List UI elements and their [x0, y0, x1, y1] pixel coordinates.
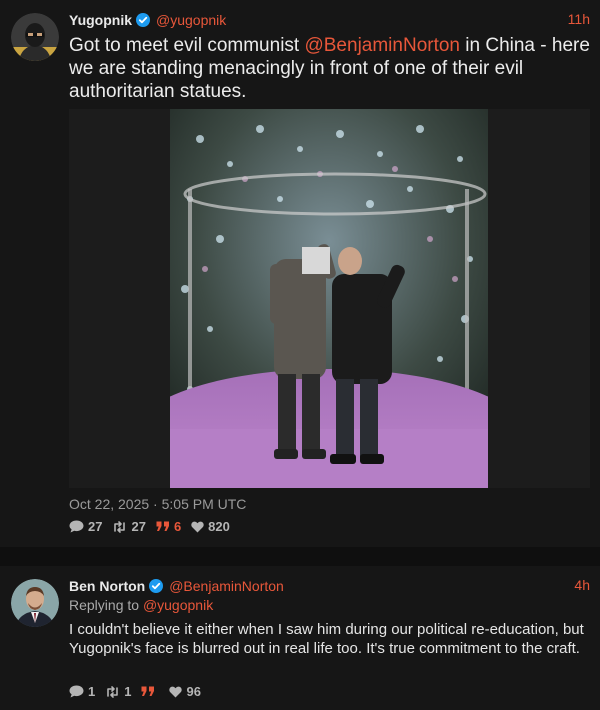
timeline-divider: [0, 547, 600, 566]
tweet-photo: [170, 109, 488, 488]
avatar-image: [11, 13, 59, 61]
reply-count-value: 1: [88, 684, 96, 699]
like-count-value: 820: [208, 519, 230, 534]
quote-count[interactable]: [141, 686, 159, 697]
heart-icon: [169, 686, 183, 697]
retweet-arrows-icon: [114, 520, 126, 533]
mention-link[interactable]: @BenjaminNorton: [304, 35, 460, 56]
retweet-count-value: 1: [124, 684, 132, 699]
replying-prefix: Replying to: [69, 597, 143, 613]
author-handle[interactable]: @yugopnik: [156, 12, 226, 28]
tweet-stats: 27 27 6 820: [69, 519, 240, 534]
retweet-count[interactable]: 27: [112, 519, 146, 534]
reply-tweet[interactable]: Ben Norton @BenjaminNorton 4h Replying t…: [0, 566, 600, 710]
tweet-time[interactable]: 11h: [568, 11, 590, 27]
replying-to-link[interactable]: @yugopnik: [143, 597, 213, 613]
speech-bubble-icon: [69, 520, 84, 533]
tweet-header: Ben Norton @BenjaminNorton 4h: [69, 575, 590, 597]
heart-icon: [191, 521, 204, 532]
tweet-text-part: Got to meet evil communist: [69, 35, 305, 56]
quote-count-value: 6: [173, 519, 182, 534]
avatar-ben-norton[interactable]: [11, 579, 59, 627]
avatar-yugopnik[interactable]: [11, 13, 59, 61]
reply-count[interactable]: 27: [69, 519, 102, 534]
reply-count-value: 27: [88, 519, 103, 534]
tweet-media[interactable]: [69, 109, 590, 488]
author-name[interactable]: Ben Norton: [69, 578, 145, 594]
retweet-count-value: 27: [131, 519, 146, 534]
tweet-stats: 1 1 96: [69, 684, 211, 699]
replying-to: Replying to @yugopnik: [69, 597, 590, 617]
author-handle[interactable]: @BenjaminNorton: [169, 578, 284, 594]
retweet-arrows-icon: [107, 685, 119, 698]
tweet-time[interactable]: 4h: [574, 577, 590, 593]
avatar-image: [11, 579, 59, 627]
verified-check-icon: [149, 579, 164, 593]
tweet-date[interactable]: Oct 22, 2025 · 5:05 PM UTC: [69, 496, 246, 512]
tweet-text: Got to meet evil communist @BenjaminNort…: [69, 34, 590, 103]
speech-bubble-icon: [69, 685, 84, 698]
tweet-text: I couldn't believe it either when I saw …: [69, 621, 584, 657]
author-name[interactable]: Yugopnik: [69, 12, 132, 28]
quote-marks-icon: [141, 686, 155, 696]
quote-count[interactable]: 6: [156, 519, 181, 534]
quote-marks-icon: [156, 521, 169, 531]
reply-count[interactable]: 1: [69, 684, 95, 699]
like-count-value: 96: [186, 684, 201, 699]
retweet-count[interactable]: 1: [105, 684, 131, 699]
verified-check-icon: [136, 13, 150, 27]
tweet-header: Yugopnik @yugopnik 11h: [69, 9, 590, 31]
tweet[interactable]: Yugopnik @yugopnik 11h Got to meet evil …: [0, 0, 600, 547]
like-count[interactable]: 96: [169, 684, 201, 699]
like-count[interactable]: 820: [191, 519, 230, 534]
